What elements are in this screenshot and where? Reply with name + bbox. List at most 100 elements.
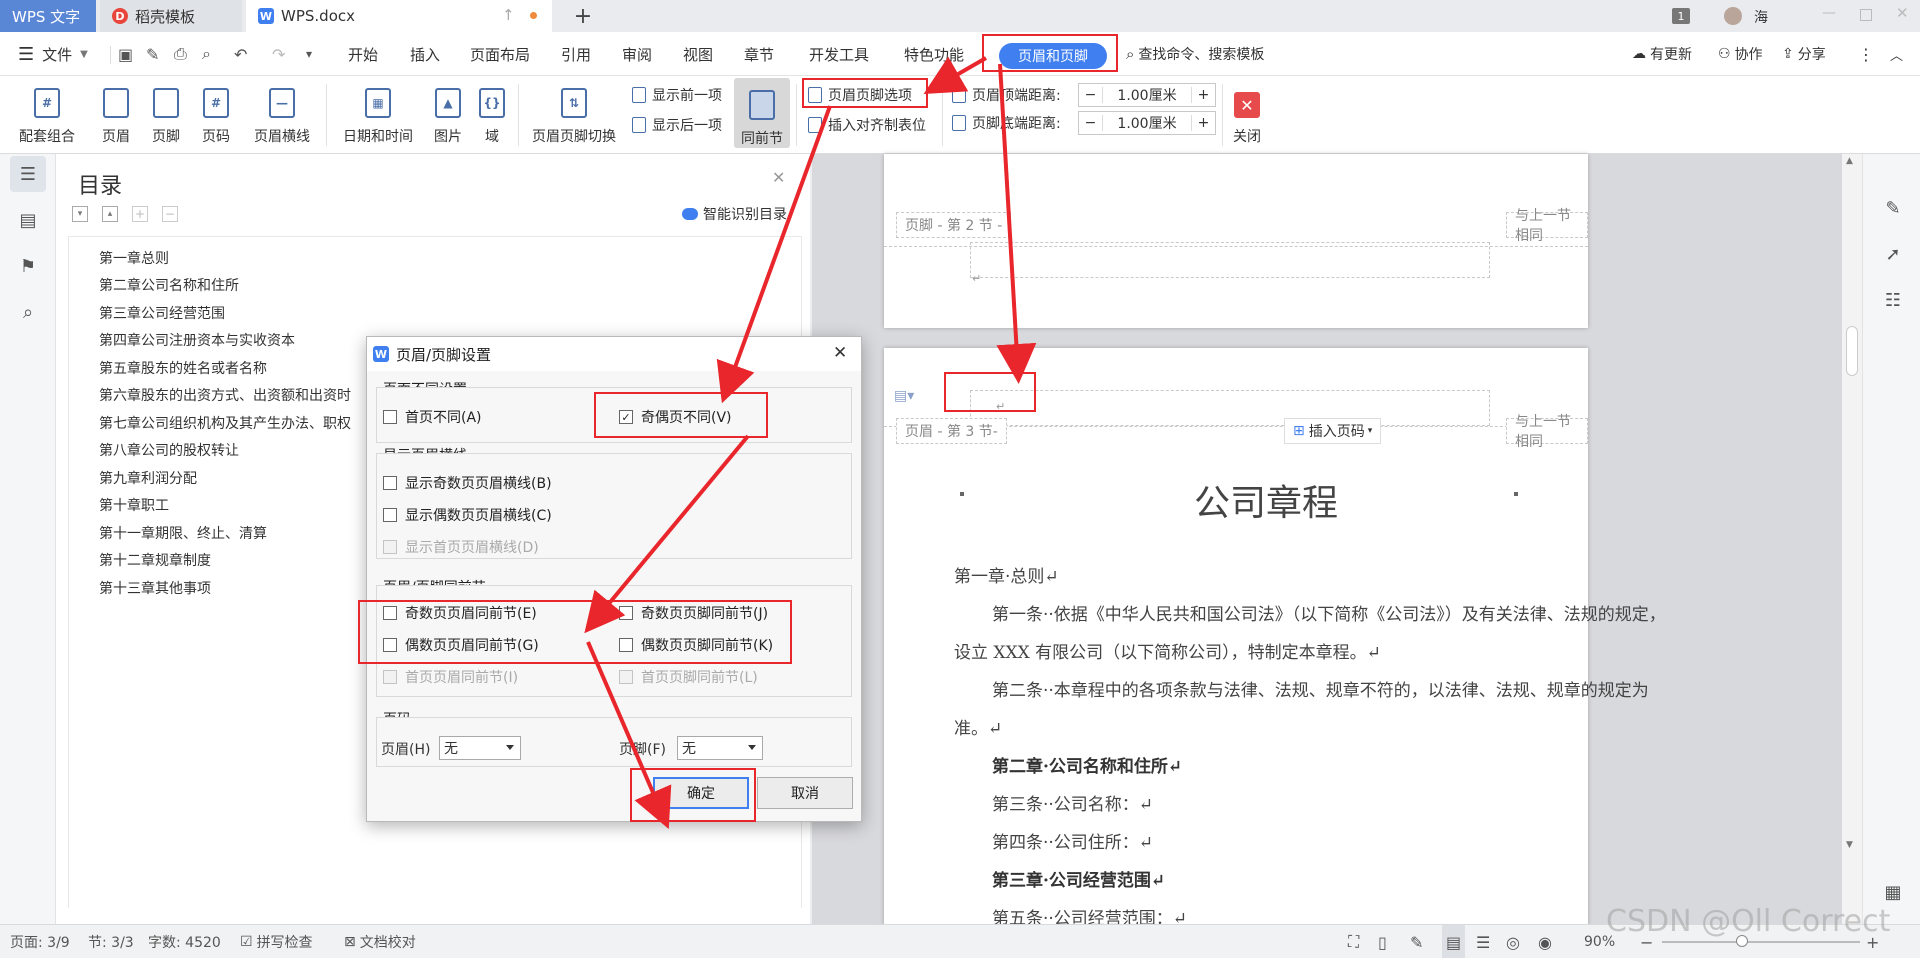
menu-dev-tools[interactable]: 开发工具 bbox=[809, 32, 869, 76]
footer-bottom-distance-stepper[interactable]: −1.00厘米 + bbox=[1078, 111, 1216, 135]
expand-all-icon[interactable]: ▾ bbox=[72, 206, 88, 222]
cursor-icon[interactable]: ➚ bbox=[1875, 236, 1911, 272]
insert-page-number-button[interactable]: ⊞ 插入页码 ▾ bbox=[1284, 418, 1382, 444]
menu-special[interactable]: 特色功能 bbox=[904, 32, 964, 76]
hf-options-button[interactable]: 页眉页脚选项 bbox=[808, 84, 912, 106]
toc-item[interactable]: 第十三章其他事项 bbox=[99, 578, 211, 598]
header-line-button[interactable]: — 页眉横线 bbox=[246, 80, 318, 146]
toc-item[interactable]: 第十一章期限、终止、清算 bbox=[99, 523, 267, 543]
tab-document[interactable]: W WPS.docx ↑ bbox=[246, 0, 552, 32]
pen-icon[interactable]: ✎ bbox=[1875, 190, 1911, 226]
word-count[interactable]: 字数: 4520 bbox=[148, 925, 221, 958]
show-even-line-checkbox[interactable]: 显示偶数页页眉横线(C) bbox=[383, 505, 552, 525]
page-layout-icon[interactable]: ▤▾ bbox=[894, 388, 914, 404]
chapter-icon[interactable]: ▤ bbox=[10, 202, 46, 238]
footer-button[interactable]: 页脚 bbox=[142, 80, 190, 146]
vertical-scrollbar[interactable]: ▲ ▼ bbox=[1842, 154, 1862, 924]
scroll-thumb[interactable] bbox=[1846, 326, 1858, 376]
insert-align-tab-button[interactable]: 插入对齐制表位 bbox=[808, 114, 926, 136]
page-status[interactable]: 页面: 3/9 bbox=[10, 925, 70, 958]
show-next-button[interactable]: 显示后一项 bbox=[632, 114, 722, 136]
header-pn-select[interactable]: 无 bbox=[439, 736, 521, 760]
toc-item[interactable]: 第十章职工 bbox=[99, 495, 169, 515]
menu-review[interactable]: 审阅 bbox=[622, 32, 652, 76]
new-tab-button[interactable]: + bbox=[570, 3, 596, 29]
config-combo-button[interactable]: # 配套组合 bbox=[12, 80, 82, 146]
toc-item[interactable]: 第五章股东的姓名或者名称 bbox=[99, 358, 267, 378]
odd-header-same-checkbox[interactable]: 奇数页页眉同前节(E) bbox=[383, 603, 537, 623]
cancel-button[interactable]: 取消 bbox=[757, 777, 853, 809]
header-top-distance-stepper[interactable]: −1.00厘米 + bbox=[1078, 83, 1216, 107]
picture-button[interactable]: ▲ 图片 bbox=[424, 80, 472, 146]
odd-even-diff-checkbox[interactable]: ✓ 奇偶页不同(V) bbox=[619, 407, 732, 427]
proofread-button[interactable]: ⊠ 文档校对 bbox=[344, 925, 416, 958]
settings-sliders-icon[interactable]: ☷ bbox=[1875, 282, 1911, 318]
toc-item[interactable]: 第六章股东的出资方式、出资额和出资时 bbox=[99, 385, 351, 405]
update-button[interactable]: ☁ 有更新 bbox=[1632, 32, 1692, 76]
save-icon[interactable]: ▣ bbox=[118, 32, 133, 76]
toc-item[interactable]: 第七章公司组织机构及其产生办法、职权 bbox=[99, 413, 351, 433]
page-view-icon[interactable]: ▤ bbox=[1442, 925, 1466, 958]
menu-references[interactable]: 引用 bbox=[561, 32, 591, 76]
toc-item[interactable]: 第二章公司名称和住所 bbox=[99, 275, 239, 295]
menu-header-footer[interactable]: 页眉和页脚 bbox=[999, 43, 1107, 69]
hf-switch-button[interactable]: ⇅ 页眉页脚切换 bbox=[528, 80, 620, 146]
outline-view-icon[interactable]: ☰ bbox=[1476, 925, 1490, 958]
quick-access-more-icon[interactable]: ▾ bbox=[306, 32, 312, 76]
zoom-slider-track[interactable] bbox=[1662, 941, 1860, 943]
toc-item[interactable]: 第九章利润分配 bbox=[99, 468, 197, 488]
collapse-all-icon[interactable]: ▴ bbox=[102, 206, 118, 222]
decrement-button[interactable]: − bbox=[1079, 115, 1103, 131]
footer-bottom-value[interactable]: 1.00厘米 bbox=[1103, 113, 1191, 133]
odd-footer-same-checkbox[interactable]: 奇数页页脚同前节(J) bbox=[619, 603, 768, 623]
more-options-icon[interactable]: ⋮ bbox=[1858, 32, 1874, 76]
web-view-icon[interactable]: ◎ bbox=[1506, 925, 1520, 958]
toc-item[interactable]: 第十二章规章制度 bbox=[99, 550, 211, 570]
ok-button[interactable]: 确定 bbox=[653, 777, 749, 809]
avatar[interactable] bbox=[1724, 7, 1742, 25]
share-button[interactable]: ⇪ 分享 bbox=[1782, 32, 1826, 76]
undo-icon[interactable]: ↶ bbox=[234, 32, 247, 76]
smart-toc-button[interactable]: 智能识别目录 bbox=[682, 204, 787, 224]
section-status[interactable]: 节: 3/3 bbox=[88, 925, 134, 958]
show-prev-button[interactable]: 显示前一项 bbox=[632, 84, 722, 106]
tab-wps-writer[interactable]: WPS 文字 bbox=[0, 0, 96, 32]
upload-icon[interactable]: ↑ bbox=[502, 6, 515, 24]
toc-item[interactable]: 第三章公司经营范围 bbox=[99, 303, 225, 323]
spellcheck-button[interactable]: ☑ 拼写检查 bbox=[240, 925, 313, 958]
remove-level-icon[interactable]: − bbox=[162, 206, 178, 222]
tab-daoke-templates[interactable]: D 稻壳模板 bbox=[100, 0, 242, 32]
scroll-down-icon[interactable]: ▼ bbox=[1846, 840, 1853, 850]
menu-view[interactable]: 视图 bbox=[683, 32, 713, 76]
scroll-up-icon[interactable]: ▲ bbox=[1846, 156, 1853, 166]
menu-page-layout[interactable]: 页面布局 bbox=[470, 32, 530, 76]
command-search[interactable]: ⌕ 查找命令、搜索模板 bbox=[1126, 32, 1264, 76]
date-time-button[interactable]: ▦ 日期和时间 bbox=[336, 80, 420, 146]
increment-button[interactable]: + bbox=[1191, 87, 1215, 103]
header-edit-area[interactable] bbox=[970, 390, 1490, 426]
even-header-same-checkbox[interactable]: 偶数页页眉同前节(G) bbox=[383, 635, 539, 655]
notification-badge[interactable]: 1 bbox=[1672, 8, 1690, 24]
format-painter-icon[interactable]: ✎ bbox=[146, 32, 159, 76]
page-number-button[interactable]: # 页码 bbox=[192, 80, 240, 146]
header-top-value[interactable]: 1.00厘米 bbox=[1103, 85, 1191, 105]
menu-chapter[interactable]: 章节 bbox=[744, 32, 774, 76]
read-mode-icon[interactable]: ▯ bbox=[1378, 925, 1387, 958]
find-icon[interactable]: ⌕ bbox=[10, 294, 46, 330]
close-dialog-icon[interactable]: ✕ bbox=[833, 343, 847, 363]
collapse-ribbon-icon[interactable]: ︿ bbox=[1890, 32, 1903, 76]
redo-icon[interactable]: ↷ bbox=[272, 32, 285, 76]
eye-protect-icon[interactable]: ◉ bbox=[1538, 925, 1552, 958]
toc-item[interactable]: 第四章公司注册资本与实收资本 bbox=[99, 330, 295, 350]
menu-home[interactable]: 开始 bbox=[348, 32, 378, 76]
edit-mode-icon[interactable]: ✎ bbox=[1410, 925, 1423, 958]
file-menu[interactable]: ☰ 文件 ▼ bbox=[18, 32, 88, 76]
collab-button[interactable]: ⚇ 协作 bbox=[1718, 32, 1763, 76]
even-footer-same-checkbox[interactable]: 偶数页页脚同前节(K) bbox=[619, 635, 773, 655]
print-icon[interactable]: ⎙ bbox=[174, 32, 187, 76]
minimize-icon[interactable]: — bbox=[1822, 5, 1836, 21]
maximize-icon[interactable] bbox=[1860, 9, 1872, 21]
close-hf-button[interactable]: ✕ 关闭 bbox=[1230, 80, 1264, 146]
fullscreen-icon[interactable]: ⛶ bbox=[1348, 925, 1359, 958]
bookmark-icon[interactable]: ⚑ bbox=[10, 248, 46, 284]
